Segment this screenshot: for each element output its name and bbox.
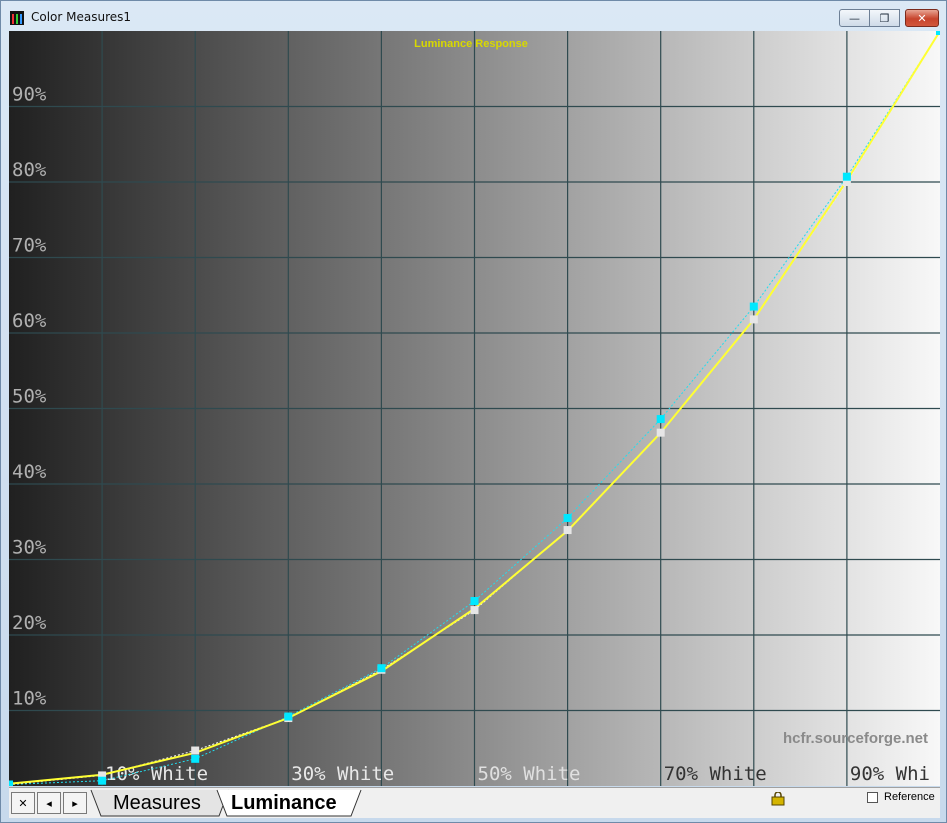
data-point bbox=[377, 664, 386, 673]
close-icon: ✕ bbox=[18, 796, 28, 810]
y-tick-labels: 10% 20% 30% 40% 50% 60% 70% 80% 90% bbox=[12, 84, 47, 710]
data-point bbox=[936, 31, 940, 35]
data-point bbox=[749, 302, 758, 311]
chevron-left-icon: ◂ bbox=[46, 796, 52, 810]
title-bar[interactable]: Color Measures1 — ❐ ✕ bbox=[1, 1, 946, 31]
app-icon bbox=[10, 11, 24, 25]
x-tick-label: 50% White bbox=[478, 763, 581, 785]
data-point bbox=[563, 513, 572, 522]
luminance-chart[interactable]: 10% 20% 30% 40% 50% 60% 70% 80% 90% 10% White 30%… bbox=[9, 31, 940, 786]
chart-svg: 10% 20% 30% 40% 50% 60% 70% 80% 90% 10% White 30%… bbox=[9, 31, 940, 786]
maximize-icon: ❐ bbox=[879, 11, 890, 25]
y-tick-label: 10% bbox=[12, 688, 47, 710]
data-point bbox=[191, 746, 200, 755]
y-tick-label: 70% bbox=[12, 235, 47, 257]
reference-checkbox[interactable] bbox=[867, 792, 878, 803]
y-tick-label: 60% bbox=[12, 310, 47, 332]
tab-luminance[interactable]: Luminance bbox=[231, 792, 337, 815]
data-point bbox=[656, 415, 665, 424]
data-point bbox=[191, 754, 200, 763]
chevron-right-icon: ▸ bbox=[72, 796, 78, 810]
data-point bbox=[749, 315, 758, 324]
tab-next-button[interactable]: ▸ bbox=[63, 792, 87, 814]
status-bar: ✕ ◂ ▸ Measures Luminance Reference bbox=[9, 787, 940, 818]
data-point bbox=[656, 428, 665, 437]
x-tick-label: 70% White bbox=[664, 763, 767, 785]
close-button[interactable]: ✕ bbox=[905, 9, 939, 27]
y-tick-label: 80% bbox=[12, 159, 47, 181]
x-tick-label: 90% Whi bbox=[850, 763, 930, 785]
data-point bbox=[470, 597, 479, 606]
tab-measures[interactable]: Measures bbox=[113, 792, 201, 815]
tab-prev-button[interactable]: ◂ bbox=[37, 792, 61, 814]
maximize-button[interactable]: ❐ bbox=[870, 9, 900, 27]
reference-label: Reference bbox=[884, 791, 935, 803]
y-tick-label: 40% bbox=[12, 461, 47, 483]
data-point bbox=[563, 526, 572, 535]
minimize-icon: — bbox=[849, 11, 860, 25]
watermark: hcfr.sourceforge.net bbox=[783, 730, 928, 747]
y-tick-label: 30% bbox=[12, 537, 47, 559]
minimize-button[interactable]: — bbox=[839, 9, 870, 27]
y-tick-label: 90% bbox=[12, 84, 47, 106]
x-tick-label: 30% White bbox=[291, 763, 394, 785]
data-point bbox=[470, 606, 479, 615]
x-tick-label: 10% White bbox=[105, 763, 208, 785]
close-icon: ✕ bbox=[917, 11, 927, 25]
chart-title: Luminance Response bbox=[414, 38, 528, 50]
lock-icon bbox=[771, 792, 785, 806]
data-point bbox=[842, 172, 851, 181]
window-title: Color Measures1 bbox=[31, 10, 132, 24]
data-point bbox=[9, 780, 13, 786]
y-tick-label: 20% bbox=[12, 612, 47, 634]
y-tick-label: 50% bbox=[12, 386, 47, 408]
app-window: Color Measures1 — ❐ ✕ 10% 20% 30% 40% 50% 60%… bbox=[0, 0, 947, 823]
data-point bbox=[98, 776, 107, 785]
data-point bbox=[284, 712, 293, 721]
close-tab-button[interactable]: ✕ bbox=[11, 792, 35, 814]
